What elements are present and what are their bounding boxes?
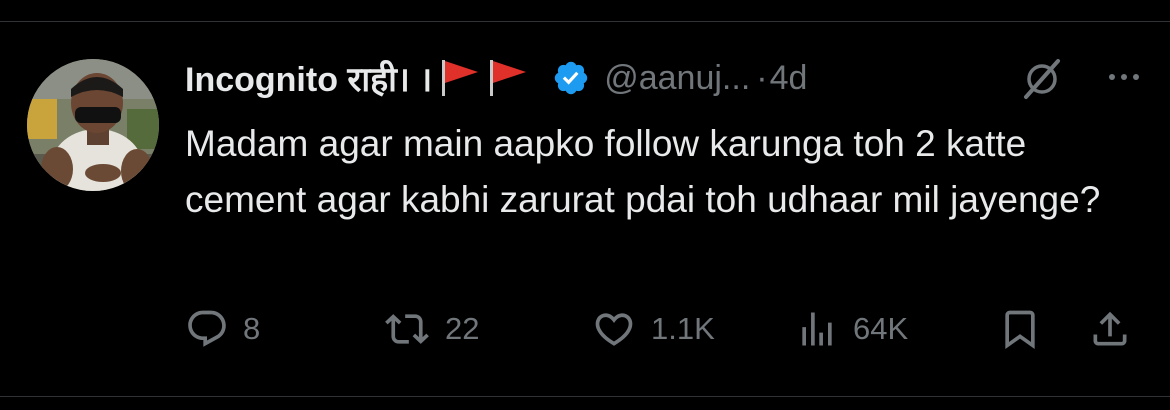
- bottom-divider: [0, 396, 1170, 397]
- bookmark-button[interactable]: [998, 306, 1042, 352]
- user-handle[interactable]: @aanuj...: [604, 59, 750, 98]
- tweet-text: Madam agar main aapko follow karunga toh…: [185, 123, 1101, 220]
- bookmark-icon: [1005, 310, 1035, 350]
- tweet-header: Incognito राही। । @aanuj... · 4d: [185, 52, 1145, 104]
- display-name[interactable]: Incognito राही। ।: [185, 55, 432, 101]
- grok-icon[interactable]: [1020, 57, 1064, 101]
- avatar[interactable]: [27, 59, 159, 191]
- verified-badge-icon[interactable]: [552, 59, 590, 97]
- timestamp[interactable]: 4d: [770, 59, 808, 98]
- share-button[interactable]: [1088, 306, 1132, 352]
- like-icon: [595, 313, 633, 346]
- reply-icon: [188, 310, 226, 347]
- like-button[interactable]: 1.1K: [591, 306, 715, 352]
- red-flag-icon: [486, 58, 530, 98]
- more-icon[interactable]: [1102, 55, 1146, 99]
- like-count: 1.1K: [651, 311, 715, 346]
- repost-button[interactable]: 22: [383, 306, 479, 352]
- views-count: 64K: [853, 311, 909, 346]
- repost-count: 22: [445, 311, 480, 346]
- share-icon: [1093, 311, 1127, 346]
- repost-icon: [385, 314, 429, 344]
- reply-button[interactable]: 8: [185, 306, 260, 352]
- views-icon: [802, 312, 832, 346]
- avatar-image: [27, 59, 159, 191]
- views-button[interactable]: 64K: [795, 306, 908, 352]
- reply-count: 8: [243, 311, 261, 346]
- red-flag-icon: [438, 58, 482, 98]
- top-divider: [0, 21, 1170, 22]
- separator-dot: ·: [756, 58, 768, 97]
